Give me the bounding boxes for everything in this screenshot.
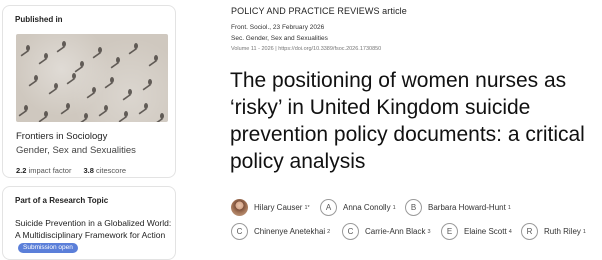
citescore: 3.8 citescore [83, 166, 126, 175]
citescore-label: citescore [96, 166, 127, 175]
journal-card[interactable]: Published in Frontiers in Sociology Gend… [2, 5, 176, 178]
author-ruth-riley[interactable]: R Ruth Riley 1 [521, 223, 586, 240]
research-topic-label: Part of a Research Topic [15, 196, 109, 205]
author-hilary-causer[interactable]: Hilary Causer 1* [231, 199, 310, 216]
journal-name-link[interactable]: Frontiers in Sociology [16, 131, 107, 142]
author-initial-avatar: C [231, 223, 248, 240]
author-name: Elaine Scott [464, 227, 507, 236]
journal-metrics: 2.2 impact factor 3.8 citescore [16, 166, 126, 175]
journal-date: Front. Sociol., 23 February 2026 [231, 24, 325, 31]
author-name: Anna Conolly [343, 203, 391, 212]
crowd-photo-icon [18, 41, 164, 122]
article-section: Sec. Gender, Sex and Sexualities [231, 35, 328, 42]
author-initial-avatar: E [441, 223, 458, 240]
author-initial-avatar: A [320, 199, 337, 216]
author-name: Ruth Riley [544, 227, 581, 236]
author-affiliation: 3 [427, 228, 431, 235]
author-chinenye-anetekhai[interactable]: C Chinenye Anetekhai 2 [231, 223, 330, 240]
author-barbara-howard-hunt[interactable]: B Barbara Howard-Hunt 1 [405, 199, 511, 216]
research-topic-card[interactable]: Part of a Research Topic Suicide Prevent… [2, 186, 176, 260]
submission-open-badge: Submission open [18, 243, 78, 253]
author-carrie-ann-black[interactable]: C Carrie-Ann Black 3 [342, 223, 431, 240]
article-title: The positioning of women nurses as ‘risk… [230, 69, 585, 173]
citescore-value: 3.8 [83, 166, 94, 175]
author-name: Chinenye Anetekhai [254, 227, 326, 236]
author-name: Barbara Howard-Hunt [428, 203, 506, 212]
journal-cover-image[interactable] [16, 34, 168, 122]
research-topic-title[interactable]: Suicide Prevention in a Globalized World… [15, 217, 173, 253]
author-initial-avatar: B [405, 199, 422, 216]
author-elaine-scott[interactable]: E Elaine Scott 4 [441, 223, 512, 240]
published-in-label: Published in [15, 15, 63, 24]
volume-doi[interactable]: Volume 11 - 2026 | https://doi.org/10.33… [231, 46, 381, 52]
author-name: Hilary Causer [254, 203, 303, 212]
author-initial-avatar: C [342, 223, 359, 240]
author-name: Carrie-Ann Black [365, 227, 426, 236]
article-type: POLICY AND PRACTICE REVIEWS article [231, 6, 407, 16]
author-affiliation: 1 [507, 204, 511, 211]
impact-factor: 2.2 impact factor [16, 166, 71, 175]
author-photo-avatar [231, 199, 248, 216]
journal-section-link[interactable]: Gender, Sex and Sexualities [16, 145, 136, 156]
author-affiliation: 4 [508, 228, 512, 235]
author-affiliation: 1 [392, 204, 396, 211]
author-affiliation: 1 [582, 228, 586, 235]
author-affiliation: 1* [304, 204, 310, 211]
author-initial-avatar: R [521, 223, 538, 240]
author-affiliation: 2 [327, 228, 331, 235]
research-topic-title-text[interactable]: Suicide Prevention in a Globalized World… [15, 218, 171, 240]
author-anna-conolly[interactable]: A Anna Conolly 1 [320, 199, 396, 216]
impact-factor-label: impact factor [28, 166, 72, 175]
impact-factor-value: 2.2 [16, 166, 27, 175]
